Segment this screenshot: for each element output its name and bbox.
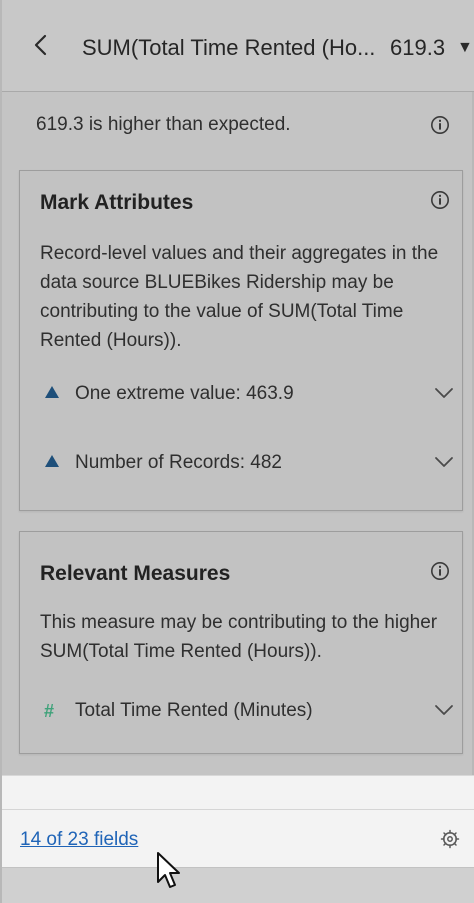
triangle-up-icon bbox=[45, 455, 59, 467]
mark-attributes-card: Mark Attributes Record-level values and … bbox=[19, 170, 463, 511]
hash-icon: # bbox=[44, 701, 55, 721]
dropdown-caret-icon[interactable]: ▼ bbox=[457, 39, 473, 57]
chevron-left-icon[interactable] bbox=[30, 33, 52, 57]
panel-header: SUM(Total Time Rented (Ho... 619.3 ▼ bbox=[2, 0, 474, 92]
info-icon[interactable] bbox=[430, 561, 450, 581]
info-icon[interactable] bbox=[430, 190, 450, 210]
footer-divider bbox=[2, 809, 474, 810]
chevron-down-icon[interactable] bbox=[434, 387, 454, 399]
number-of-records-label: Number of Records: 482 bbox=[75, 452, 282, 473]
chevron-down-icon[interactable] bbox=[434, 456, 454, 468]
measure-row[interactable]: # Total Time Rented (Minutes) bbox=[44, 697, 458, 725]
measure-label: Total Time Rented (Minutes) bbox=[75, 700, 313, 721]
triangle-up-icon bbox=[45, 386, 59, 398]
relevant-measures-card: Relevant Measures This measure may be co… bbox=[19, 531, 463, 754]
info-icon[interactable] bbox=[430, 115, 450, 135]
measure-title[interactable]: SUM(Total Time Rented (Ho... bbox=[82, 36, 380, 60]
relevant-measures-title: Relevant Measures bbox=[40, 562, 231, 585]
bottom-strip bbox=[2, 867, 474, 903]
footer-band bbox=[2, 775, 474, 867]
measure-value[interactable]: 619.3 bbox=[390, 36, 445, 60]
summary-text: 619.3 is higher than expected. bbox=[36, 114, 291, 135]
number-of-records-row[interactable]: Number of Records: 482 bbox=[44, 449, 458, 477]
extreme-value-row[interactable]: One extreme value: 463.9 bbox=[44, 380, 458, 408]
chevron-down-icon[interactable] bbox=[434, 704, 454, 716]
explain-data-panel: SUM(Total Time Rented (Ho... 619.3 ▼ 619… bbox=[0, 0, 474, 903]
fields-link[interactable]: 14 of 23 fields bbox=[20, 828, 138, 852]
mark-attributes-description: Record-level values and their aggregates… bbox=[40, 243, 439, 351]
relevant-measures-description: This measure may be contributing to the … bbox=[40, 612, 438, 662]
extreme-value-label: One extreme value: 463.9 bbox=[75, 383, 294, 404]
mark-attributes-title: Mark Attributes bbox=[40, 191, 194, 214]
gear-icon[interactable] bbox=[440, 829, 460, 849]
